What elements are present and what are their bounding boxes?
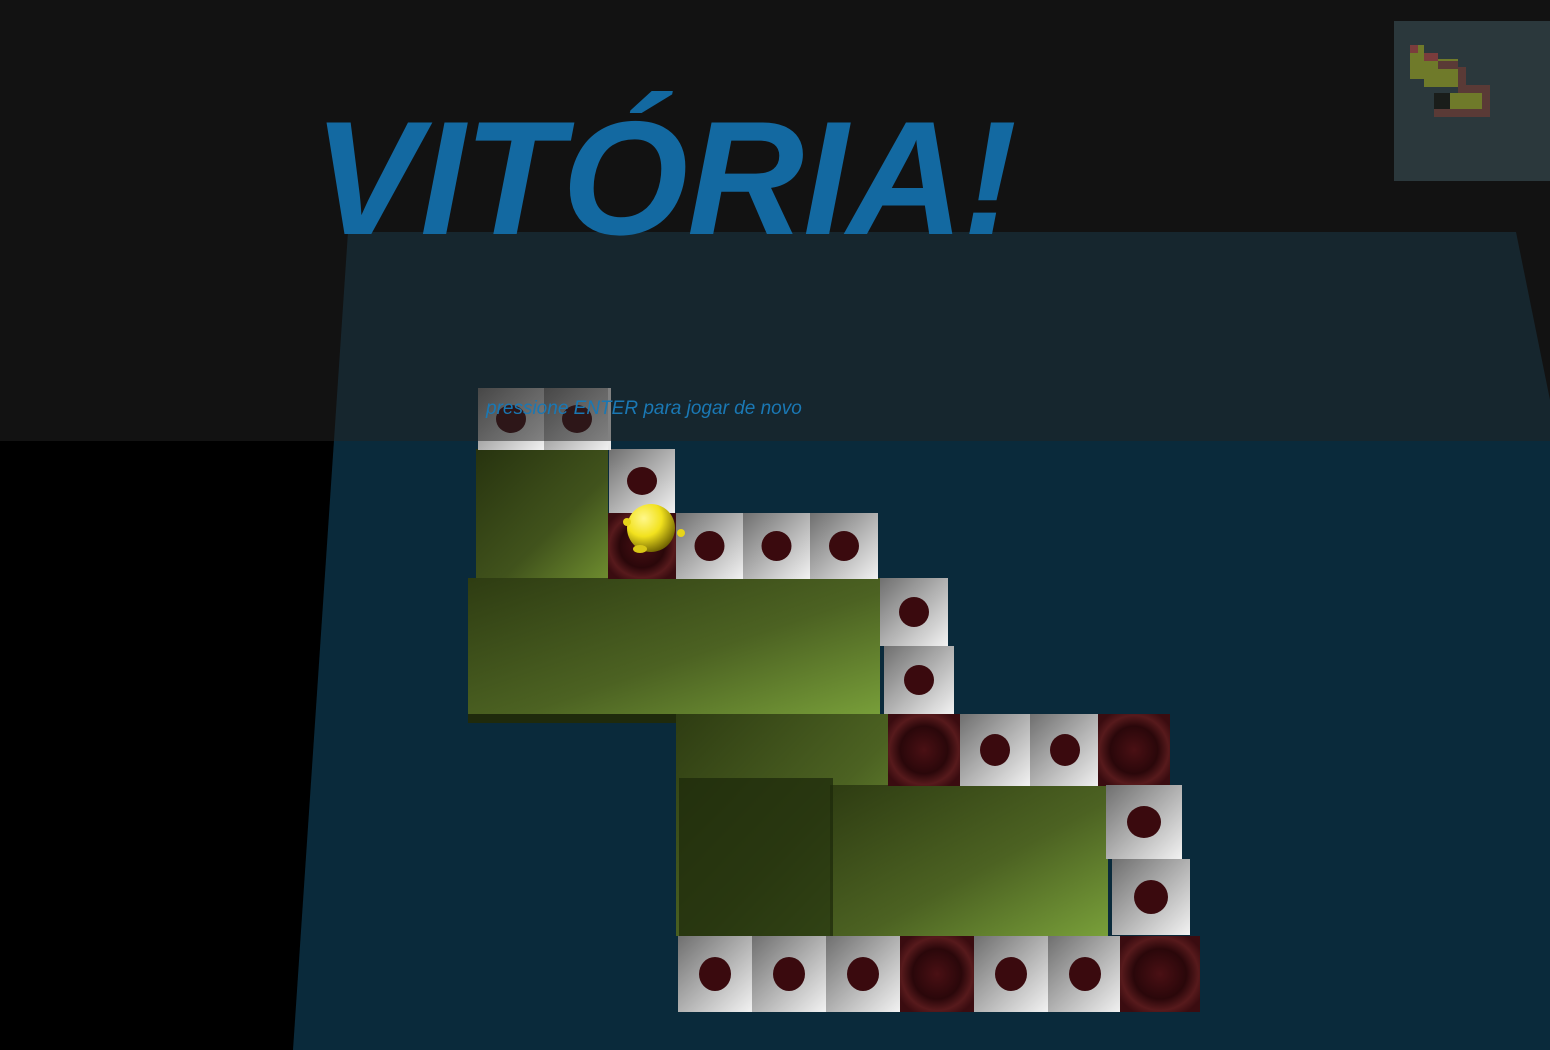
pellet-icon [829, 531, 859, 561]
victory-title: VITÓRIA! [313, 88, 1017, 269]
minimap-cell [1450, 93, 1484, 109]
power-pad-icon [888, 714, 960, 786]
minimap-cell [1466, 85, 1490, 93]
pellet-icon [995, 957, 1027, 991]
power-pad-icon [900, 936, 974, 1012]
player-foot [633, 545, 647, 553]
pellet-icon [904, 665, 934, 695]
pellet-icon [1069, 957, 1101, 991]
grass-block [468, 578, 880, 718]
pellet-icon [1050, 734, 1080, 766]
minimap-cell [1424, 53, 1438, 61]
power-pad-icon [1120, 936, 1200, 1012]
pellet-icon [699, 957, 731, 991]
player-body [627, 504, 675, 552]
minimap-cell [1434, 109, 1490, 117]
pellet-icon [980, 734, 1010, 766]
pellet-icon [899, 597, 929, 627]
pellet-icon [761, 531, 792, 561]
minimap-icon [1394, 21, 1550, 181]
grass-edge [468, 714, 678, 723]
pellet-icon [1127, 806, 1161, 838]
pellet-icon [1134, 880, 1168, 914]
grass-block [830, 785, 1108, 937]
pellet-icon [773, 957, 805, 991]
grass-block [476, 449, 608, 579]
grass-block-shaded [679, 778, 833, 936]
game-viewport[interactable]: VITÓRIA! pressione ENTER para jogar de n… [0, 0, 1550, 1050]
minimap-cell [1410, 45, 1418, 53]
restart-hint: pressione ENTER para jogar de novo [486, 398, 802, 419]
minimap-cell [1438, 61, 1458, 69]
power-pad-icon [1098, 714, 1170, 786]
pellet-icon [847, 957, 879, 991]
player-eye-left [623, 518, 631, 526]
pellet-icon [627, 467, 657, 495]
pellet-icon [694, 531, 725, 561]
player-eye-right [677, 529, 685, 537]
minimap-cell [1434, 93, 1450, 109]
minimap-cell [1458, 67, 1466, 93]
